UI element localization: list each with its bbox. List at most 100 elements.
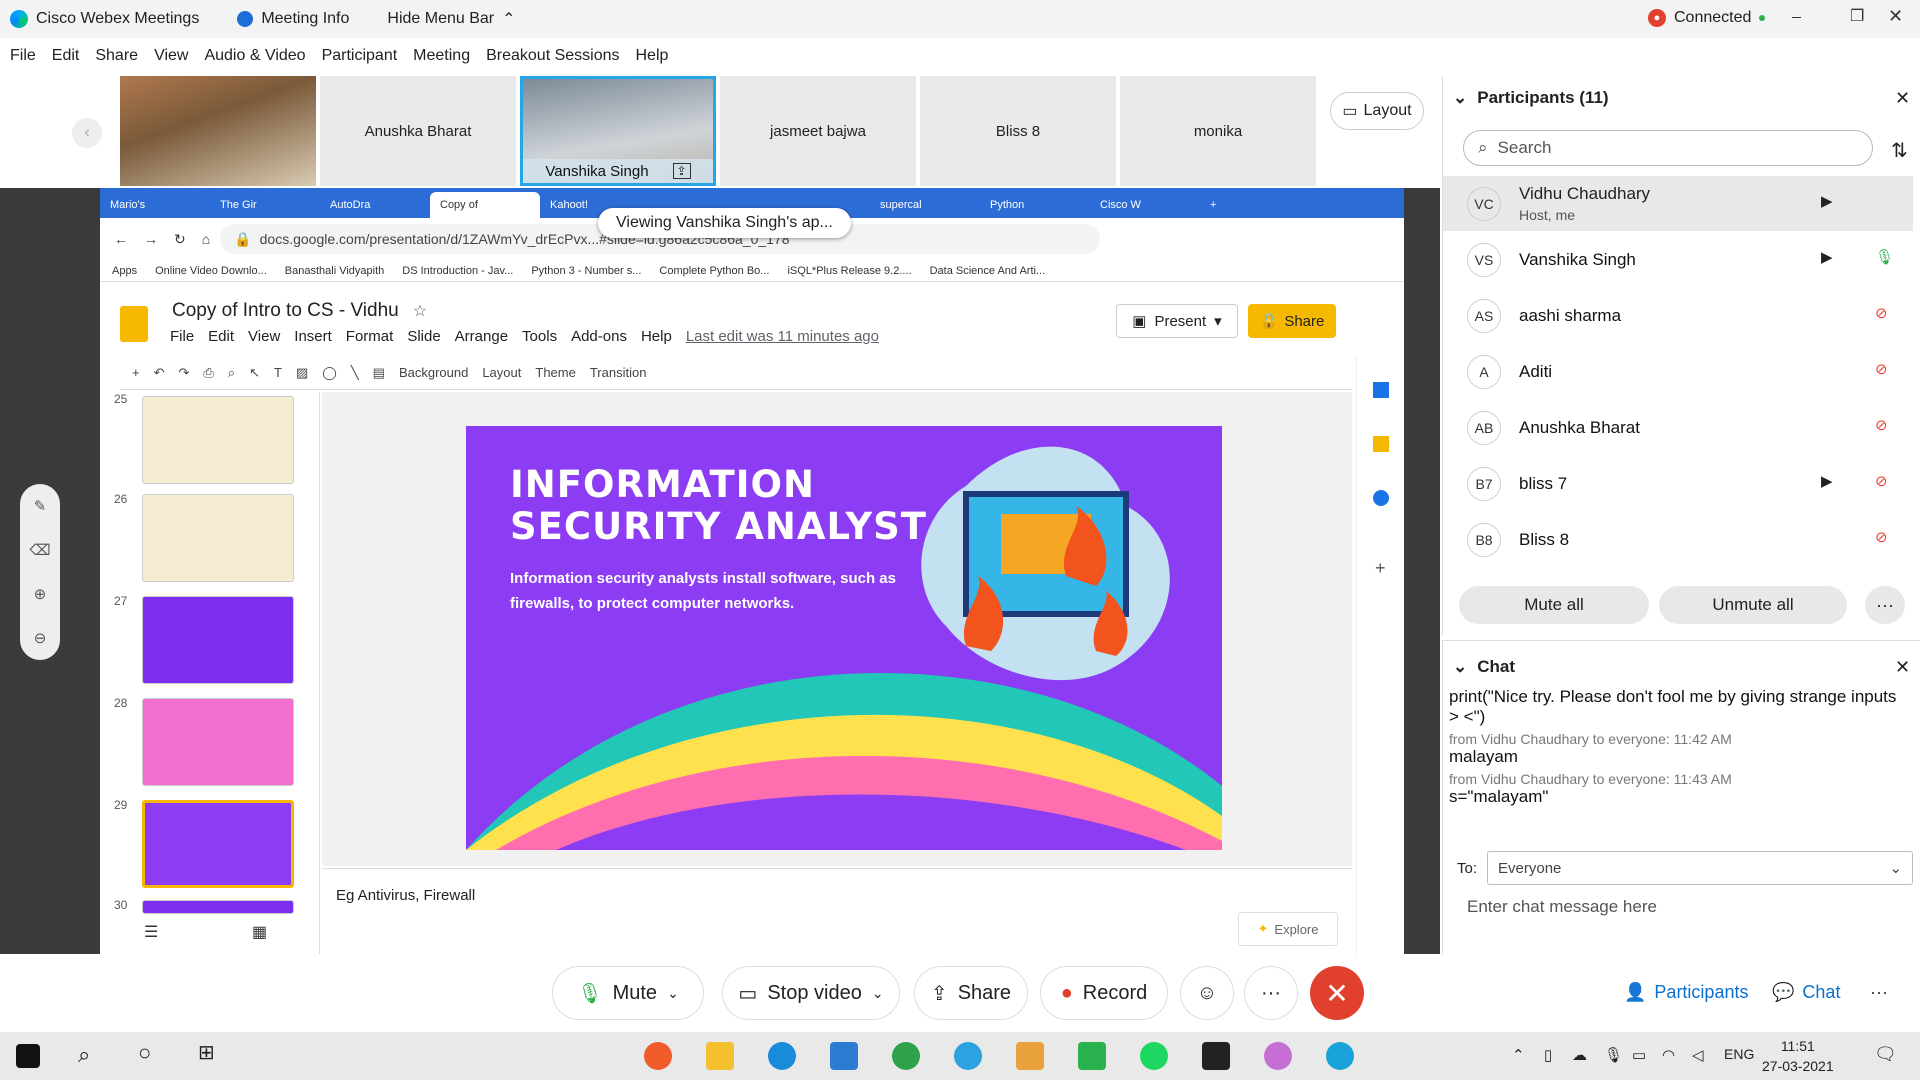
menu-view[interactable]: View	[154, 47, 188, 65]
eraser-icon[interactable]: ⌫	[29, 541, 50, 559]
slides-menu-slide[interactable]: Slide	[407, 328, 440, 345]
chat-button[interactable]: 💬 Chat	[1772, 970, 1840, 1014]
app-icon[interactable]	[1016, 1042, 1044, 1070]
self-video-tile[interactable]	[120, 76, 316, 186]
bookmark[interactable]: Data Science And Arti...	[930, 265, 1046, 277]
taskbar-clock[interactable]: 11:51 27-03-2021	[1762, 1036, 1834, 1076]
menu-help[interactable]: Help	[636, 47, 669, 65]
more-options-button[interactable]: ···	[1244, 966, 1298, 1020]
browser-tab[interactable]: Cisco W	[1090, 192, 1200, 218]
grid-view-icon[interactable]: ▦	[252, 922, 267, 942]
zoom-out-icon[interactable]: ⊖	[34, 629, 47, 647]
menu-file[interactable]: File	[10, 47, 36, 65]
bookmark[interactable]: Complete Python Bo...	[659, 265, 769, 277]
participant-row[interactable]: VS Vanshika Singh ▶ 🎙	[1443, 232, 1913, 287]
transition-button[interactable]: Transition	[590, 365, 647, 380]
meeting-info-button[interactable]: Meeting Info	[237, 10, 349, 28]
telegram-icon[interactable]	[954, 1042, 982, 1070]
cortana-icon[interactable]: ○	[138, 1040, 151, 1066]
textbox-icon[interactable]: T	[274, 365, 282, 380]
video-tile[interactable]: Bliss 8	[920, 76, 1116, 186]
bookmark[interactable]: Apps	[112, 265, 137, 277]
browser-tab[interactable]: The Gir	[210, 192, 320, 218]
slides-menu-addons[interactable]: Add-ons	[571, 328, 627, 345]
task-view-icon[interactable]: ⊞	[198, 1040, 215, 1065]
home-icon[interactable]: ⌂	[202, 231, 210, 247]
leave-meeting-button[interactable]: ✕	[1310, 966, 1364, 1020]
wifi-icon[interactable]: ◠	[1662, 1046, 1675, 1064]
app-icon[interactable]	[1264, 1042, 1292, 1070]
participants-header[interactable]: ⌄ Participants (11)	[1453, 88, 1609, 108]
zoom-in-icon[interactable]: ⊕	[34, 585, 47, 603]
search-icon[interactable]: ⌕	[78, 1042, 90, 1068]
calendar-icon[interactable]	[1373, 382, 1389, 398]
slide-thumbnail[interactable]	[142, 396, 294, 484]
video-tile[interactable]: Anushka Bharat	[320, 76, 516, 186]
forward-icon[interactable]: →	[144, 231, 158, 247]
spotify-icon[interactable]	[1140, 1042, 1168, 1070]
participant-search-input[interactable]: ⌕ Search	[1463, 130, 1873, 166]
participant-row[interactable]: B7 bliss 7 ▶ ⊘	[1443, 456, 1913, 511]
active-speaker-tile[interactable]: Vanshika Singh ⇪	[520, 76, 716, 186]
menu-audio-video[interactable]: Audio & Video	[204, 47, 305, 65]
previous-videos-button[interactable]: ‹	[72, 118, 102, 148]
new-tab-button[interactable]: +	[1200, 192, 1240, 218]
slides-menu-view[interactable]: View	[248, 328, 280, 345]
menu-breakout-sessions[interactable]: Breakout Sessions	[486, 47, 619, 65]
comment-icon[interactable]: ▤	[373, 365, 385, 381]
slides-menu-arrange[interactable]: Arrange	[455, 328, 508, 345]
tasks-icon[interactable]	[1373, 490, 1389, 506]
onedrive-icon[interactable]: ☁	[1572, 1046, 1587, 1064]
select-icon[interactable]: ↖	[249, 365, 260, 381]
slide-thumbnail[interactable]	[142, 596, 294, 684]
hide-menu-bar-button[interactable]: Hide Menu Bar ⌃	[387, 9, 515, 29]
whatsapp-icon[interactable]	[1078, 1042, 1106, 1070]
undo-icon[interactable]: ↶	[154, 365, 165, 381]
menu-meeting[interactable]: Meeting	[413, 47, 470, 65]
volume-icon[interactable]: ◁	[1692, 1046, 1704, 1064]
last-edit-link[interactable]: Last edit was 11 minutes ago	[686, 328, 879, 345]
restore-window-button[interactable]: ❐	[1850, 6, 1864, 26]
chat-log[interactable]: print("Nice try. Please don't fool me by…	[1449, 687, 1897, 827]
slides-menu-format[interactable]: Format	[346, 328, 394, 345]
browser-tab[interactable]: AutoDra	[320, 192, 430, 218]
document-title[interactable]: Copy of Intro to CS - Vidhu ☆	[172, 300, 427, 322]
browser-tab[interactable]: Mario's	[100, 192, 210, 218]
chat-message-input[interactable]: Enter chat message here	[1467, 897, 1657, 917]
keep-icon[interactable]	[1373, 436, 1389, 452]
theme-button[interactable]: Theme	[535, 365, 575, 380]
share-button[interactable]: ⇪ Share	[914, 966, 1028, 1020]
list-view-icon[interactable]: ☰	[144, 922, 158, 942]
recipient-select[interactable]: Everyone ⌄	[1487, 851, 1914, 885]
bookmark[interactable]: iSQL*Plus Release 9.2....	[787, 265, 911, 277]
vscode-icon[interactable]	[830, 1042, 858, 1070]
slides-menu-file[interactable]: File	[170, 328, 194, 345]
pycharm-icon[interactable]	[1202, 1042, 1230, 1070]
browser-tab-active[interactable]: Copy of	[430, 192, 540, 218]
zoom-icon[interactable]: ⌕	[228, 365, 235, 381]
menu-participant[interactable]: Participant	[322, 47, 398, 65]
background-button[interactable]: Background	[399, 365, 468, 380]
microphone-icon[interactable]: 🎙	[1604, 1046, 1623, 1064]
shape-icon[interactable]: ◯	[322, 365, 337, 381]
sort-icon[interactable]: ⇅	[1891, 138, 1908, 163]
participant-row[interactable]: B8 Bliss 8 ⊘	[1443, 512, 1913, 567]
close-window-button[interactable]: ✕	[1888, 6, 1903, 27]
input-language[interactable]: ENG	[1724, 1046, 1754, 1062]
image-icon[interactable]: ▨	[296, 365, 308, 381]
reload-icon[interactable]: ↻	[174, 231, 186, 248]
speaker-notes[interactable]: Eg Antivirus, Firewall	[322, 868, 1352, 954]
tray-icon[interactable]: ▯	[1544, 1046, 1552, 1064]
slide-thumbnail[interactable]	[142, 900, 294, 914]
menu-edit[interactable]: Edit	[52, 47, 80, 65]
current-slide[interactable]: INFORMATION SECURITY ANALYST Information …	[466, 426, 1222, 850]
pen-icon[interactable]: ✎	[34, 497, 47, 515]
panel-more-button[interactable]: ···	[1870, 970, 1888, 1014]
add-icon[interactable]: +	[132, 365, 140, 380]
mute-button[interactable]: 🎙 Mute ⌄	[552, 966, 704, 1020]
file-explorer-icon[interactable]	[706, 1042, 734, 1070]
firefox-icon[interactable]	[644, 1042, 672, 1070]
participant-row[interactable]: AB Anushka Bharat ⊘	[1443, 400, 1913, 455]
record-button[interactable]: ● Record	[1040, 966, 1168, 1020]
battery-icon[interactable]: ▭	[1632, 1046, 1646, 1064]
